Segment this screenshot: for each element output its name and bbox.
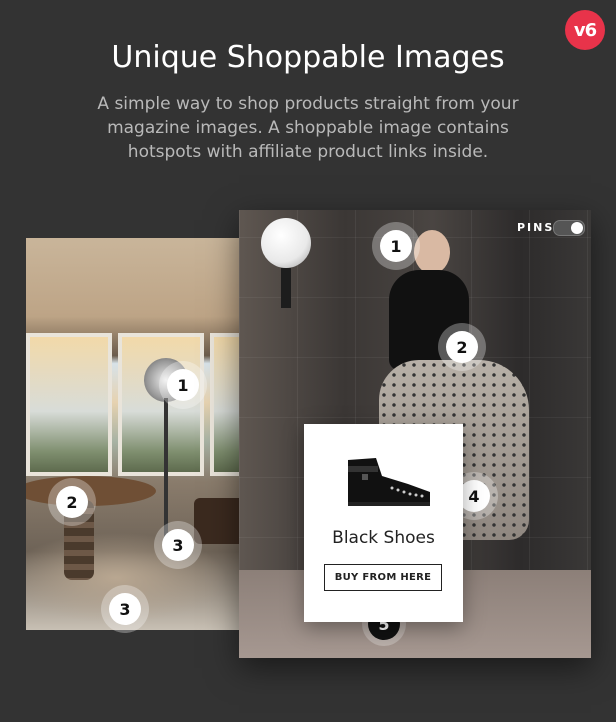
hotspot-right-2[interactable]: 2	[446, 331, 478, 363]
hotspot-left-2[interactable]: 2	[56, 486, 88, 518]
window	[26, 333, 112, 476]
lamp-post	[281, 268, 291, 308]
hotspot-right-1[interactable]: 1	[380, 230, 412, 262]
product-card: Black Shoes BUY FROM HERE	[304, 424, 463, 622]
hotspot-left-1[interactable]: 1	[167, 369, 199, 401]
hotspot-left-3b[interactable]: 3	[109, 593, 141, 625]
window	[118, 333, 204, 476]
buy-button[interactable]: BUY FROM HERE	[324, 564, 442, 591]
product-name: Black Shoes	[332, 528, 435, 548]
page-title: Unique Shoppable Images	[111, 40, 505, 75]
lamp-stand	[164, 398, 168, 538]
pins-label: PINS	[517, 221, 555, 234]
model-head	[414, 230, 450, 274]
shoe-image	[348, 458, 430, 506]
street-lamp	[261, 218, 311, 268]
page-subtitle: A simple way to shop products straight f…	[97, 94, 519, 162]
hotspot-left-3a[interactable]: 3	[162, 529, 194, 561]
pins-toggle[interactable]	[553, 220, 585, 236]
toggle-knob	[571, 222, 583, 234]
